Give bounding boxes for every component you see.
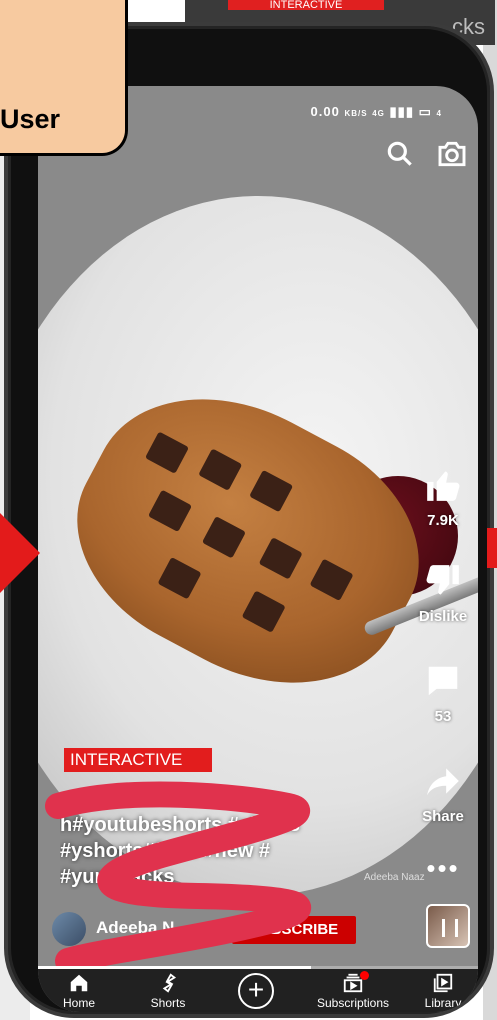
waffle-square [157,556,202,600]
create-plus-icon[interactable]: + [238,973,274,1009]
caption-line: #yum hacks [60,866,175,888]
waffle-square [147,489,193,533]
user-badge-label: User [0,104,61,134]
share-arrow-icon [427,768,459,796]
caption-line [60,786,390,812]
share-label: Share [422,808,464,825]
left-arrow-marker [0,513,40,593]
waffle-square [198,448,243,491]
nav-library[interactable]: Library [418,969,468,1012]
bottom-nav: Home Shorts + Subscriptions Library [38,969,478,1012]
battery-text: 4 [436,109,442,118]
network-speed: 0.00 [310,104,340,119]
waffle-square [249,469,294,513]
right-arrow-marker [487,528,497,568]
shorts-icon [162,973,177,993]
user-badge: User [0,0,128,156]
like-button[interactable]: 7.9K [408,466,478,529]
thumbs-down-icon [426,565,459,595]
nav-label-library: Library [424,996,462,1010]
library-icon [433,973,453,993]
dislike-button[interactable]: Dislike [408,562,478,625]
nav-label-home: Home [62,996,95,1010]
signal-icon: ▮▮▮ [389,104,414,119]
waffle-square [201,516,246,559]
signal-text: 4G [372,109,385,118]
comments-button[interactable]: 53 [408,662,478,725]
caption-line: h#youtubeshorts #shorts [60,814,301,836]
notification-dot [360,971,369,980]
like-count: 7.9K [427,512,459,529]
waffle-square [241,590,286,633]
nav-shorts[interactable]: Shorts [138,969,198,1012]
interactive-tag-top: INTERACTIVE [228,0,384,10]
nav-subscriptions[interactable]: Subscriptions [308,969,398,1012]
search-icon[interactable] [384,138,416,170]
caption-line: #yshorts#food #new # [60,840,271,862]
comment-icon [428,666,458,696]
sound-thumbnail[interactable] [426,904,470,948]
avatar[interactable] [52,912,86,946]
waffle-square [258,537,303,580]
waffle-square [144,431,190,474]
channel-name[interactable]: Adeeba N [96,918,174,938]
network-speed-unit: KB/S [344,109,368,118]
video-caption[interactable]: h#youtubeshorts #shorts #yshorts#food #n… [60,786,390,890]
share-button[interactable]: Share [408,762,478,825]
thumbs-up-icon [427,471,460,501]
dislike-label: Dislike [418,608,468,625]
phone-frame: 1 0.00 KB/S 4G ▮▮▮ ▭ 4 7.9K [4,22,494,1018]
subscribe-button[interactable]: SUBSCRIBE [232,916,356,944]
nav-label-shorts: Shorts [150,996,186,1010]
status-right: 0.00 KB/S 4G ▮▮▮ ▭ 4 [311,104,442,120]
nav-label-subscriptions: Subscriptions [316,996,390,1010]
video-watermark: Adeeba Naaz [364,872,425,883]
battery-icon: ▭ [418,104,432,119]
sound-waveform-icon [442,919,458,937]
nav-home[interactable]: Home [54,969,104,1012]
camera-icon[interactable] [436,138,468,170]
home-icon [70,974,88,992]
interactive-tag-caption: INTERACTIVE [64,748,212,772]
shorts-screen: 1 0.00 KB/S 4G ▮▮▮ ▭ 4 7.9K [38,86,478,1012]
channel-row: Adeeba N SUBSCRIBE [52,912,372,946]
waffle-square [309,558,354,602]
comments-count: 53 [434,708,452,725]
